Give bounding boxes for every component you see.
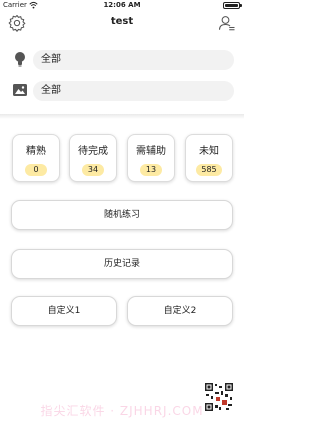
stat-label: 需辅助 xyxy=(136,146,166,157)
custom2-button[interactable]: 自定义2 xyxy=(127,296,233,326)
stat-label: 精熟 xyxy=(26,146,46,157)
page-title: test xyxy=(110,16,134,27)
status-time: 12:06 AM xyxy=(103,1,141,9)
profile-icon[interactable] xyxy=(218,14,236,32)
random-practice-button[interactable]: 随机练习 xyxy=(11,200,233,230)
filter-row-category: 全部 xyxy=(0,49,244,71)
section-divider xyxy=(0,114,244,119)
history-button[interactable]: 历史记录 xyxy=(11,249,233,279)
stat-card-unknown[interactable]: 未知 585 xyxy=(185,134,233,182)
image-icon xyxy=(13,84,27,96)
stat-count-badge: 0 xyxy=(25,164,47,176)
filter-row-image: 全部 xyxy=(0,80,244,102)
stat-label: 未知 xyxy=(199,146,219,157)
custom1-button[interactable]: 自定义1 xyxy=(11,296,117,326)
status-bar: Carrier 12:06 AM xyxy=(0,0,244,12)
stat-count-badge: 13 xyxy=(140,164,162,176)
lightbulb-icon xyxy=(15,52,25,67)
category-select[interactable]: 全部 xyxy=(33,50,234,70)
stat-label: 待完成 xyxy=(78,146,108,157)
stat-count-badge: 585 xyxy=(196,164,222,176)
image-select[interactable]: 全部 xyxy=(33,81,234,101)
watermark: 指尖汇软件 · ZJHHRJ.COM xyxy=(40,404,204,418)
stat-card-mastered[interactable]: 精熟 0 xyxy=(12,134,60,182)
stat-count-badge: 34 xyxy=(82,164,104,176)
stat-card-needs-help[interactable]: 需辅助 13 xyxy=(127,134,175,182)
nav-bar: test xyxy=(0,12,244,34)
stat-card-pending[interactable]: 待完成 34 xyxy=(69,134,117,182)
battery-icon xyxy=(223,2,242,9)
